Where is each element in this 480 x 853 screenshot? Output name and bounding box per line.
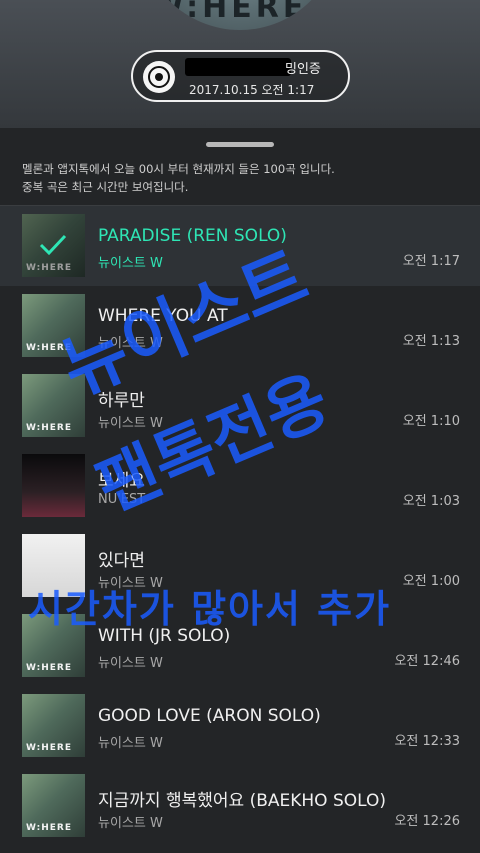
track-title: 지금까지 행복했어요 (BAEKHO SOLO) [98, 791, 386, 811]
track-time: 오전 1:13 [402, 334, 460, 349]
thumbnail-label: W:HERE [26, 743, 73, 753]
track-title: PARADISE (REN SOLO) [98, 226, 287, 246]
selected-overlay [22, 214, 85, 277]
drag-handle[interactable] [206, 142, 274, 147]
track-row[interactable]: 보세요 NU'EST 오전 1:03 [0, 446, 480, 526]
track-row[interactable]: W:HERE GOOD LOVE (ARON SOLO) 뉴이스트 W 오전 1… [0, 686, 480, 766]
track-time: 오전 1:03 [402, 494, 460, 509]
track-artist: NU'EST [98, 492, 146, 507]
header-area: W:HERE 밍인증 2017.10.15 오전 1:17 [0, 0, 480, 128]
track-title: WITH (JR SOLO) [98, 626, 231, 646]
album-thumbnail: W:HERE [22, 374, 85, 437]
track-title: WHERE YOU AT [98, 306, 228, 326]
track-title: 하루만 [98, 391, 145, 411]
track-title: GOOD LOVE (ARON SOLO) [98, 706, 321, 726]
album-thumbnail: W:HERE [22, 294, 85, 357]
thumbnail-label: W:HERE [26, 823, 73, 833]
track-artist: 뉴이스트 W [98, 416, 163, 431]
track-row[interactable]: W:HERE 하루만 뉴이스트 W 오전 1:10 [0, 366, 480, 446]
track-artist: 뉴이스트 W [98, 336, 163, 351]
album-thumbnail: W:HERE [22, 614, 85, 677]
track-artist: 뉴이스트 W [98, 256, 163, 271]
album-thumbnail: W:HERE [22, 694, 85, 757]
album-disc-text: W:HERE [150, 0, 308, 25]
album-thumbnail: W:HERE [22, 774, 85, 837]
album-art-disc: W:HERE [140, 0, 340, 30]
track-row[interactable]: 있다면 뉴이스트 W 오전 1:00 [0, 526, 480, 606]
track-artist: 뉴이스트 W [98, 736, 163, 751]
track-row[interactable]: W:HERE PARADISE (REN SOLO) 뉴이스트 W 오전 1:1… [0, 206, 480, 286]
track-row[interactable]: W:HERE 지금까지 행복했어요 (BAEKHO SOLO) 뉴이스트 W 오… [0, 766, 480, 846]
track-artist: 뉴이스트 W [98, 816, 163, 831]
history-sheet: 멜론과 앱지톡에서 오늘 00시 부터 현재까지 들은 100곡 입니다. 중복… [0, 128, 480, 853]
album-thumbnail [22, 534, 85, 597]
track-time: 오전 1:17 [402, 254, 460, 269]
thumbnail-label: W:HERE [26, 343, 73, 353]
track-row[interactable]: W:HERE WHERE YOU AT 뉴이스트 W 오전 1:13 [0, 286, 480, 366]
album-thumbnail [22, 454, 85, 517]
verification-timestamp: 2017.10.15 오전 1:17 [189, 83, 315, 97]
album-thumbnail: W:HERE [22, 214, 85, 277]
track-row[interactable]: W:HERE WITH (JR SOLO) 뉴이스트 W 오전 12:46 [0, 606, 480, 686]
redacted-username [185, 58, 291, 76]
info-line-1: 멜론과 앱지톡에서 오늘 00시 부터 현재까지 들은 100곡 입니다. [22, 162, 335, 176]
vinyl-record-icon [143, 61, 175, 93]
history-info-text: 멜론과 앱지톡에서 오늘 00시 부터 현재까지 들은 100곡 입니다. 중복… [22, 160, 335, 196]
thumbnail-label: W:HERE [26, 423, 73, 433]
track-time: 오전 12:26 [394, 814, 460, 829]
listening-status-pill[interactable]: 밍인증 2017.10.15 오전 1:17 [131, 50, 350, 102]
check-icon [39, 234, 67, 256]
verification-status: 밍인증 [285, 62, 321, 77]
track-time: 오전 1:00 [402, 574, 460, 589]
thumbnail-label: W:HERE [26, 663, 73, 673]
track-time: 오전 12:33 [394, 734, 460, 749]
track-time: 오전 12:46 [394, 654, 460, 669]
track-artist: 뉴이스트 W [98, 576, 163, 591]
track-time: 오전 1:10 [402, 414, 460, 429]
track-title: 보세요 [98, 471, 145, 491]
track-artist: 뉴이스트 W [98, 656, 163, 671]
info-line-2: 중복 곡은 최근 시간만 보여집니다. [22, 180, 189, 194]
track-title: 있다면 [98, 551, 145, 571]
